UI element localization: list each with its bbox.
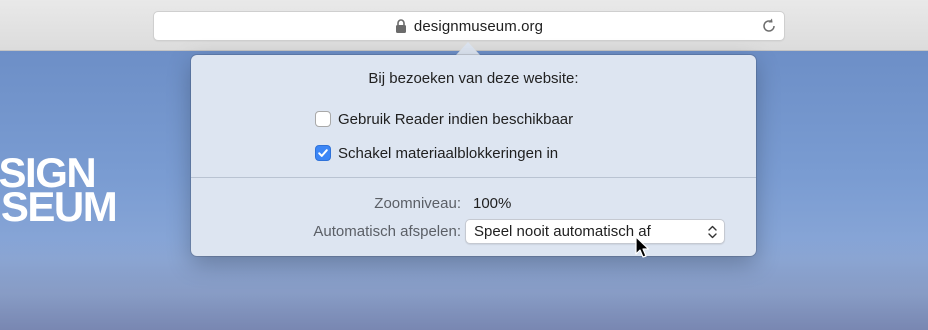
- popover-arrow: [456, 42, 480, 55]
- mouse-cursor-icon: [635, 236, 650, 258]
- reader-checkbox[interactable]: [315, 111, 331, 127]
- zoom-value: 100%: [473, 195, 512, 212]
- content-blocker-checkbox[interactable]: [315, 145, 331, 161]
- reader-label[interactable]: Gebruik Reader indien beschikbaar: [338, 111, 573, 128]
- popover-title: Bij bezoeken van deze website:: [368, 70, 579, 87]
- address-content: designmuseum.org: [154, 12, 784, 40]
- chevron-up-down-icon: [708, 225, 717, 239]
- content-blocker-label[interactable]: Schakel materiaalblokkeringen in: [338, 145, 558, 162]
- website-settings-popover: Bij bezoeken van deze website: Gebruik R…: [191, 55, 756, 256]
- autoplay-label: Automatisch afspelen:: [313, 223, 461, 240]
- checkmark-icon: [318, 149, 328, 157]
- content-blocker-option[interactable]: Schakel materiaalblokkeringen in: [315, 143, 558, 163]
- address-bar[interactable]: designmuseum.org: [153, 11, 785, 41]
- design-museum-logo[interactable]: e ESIGN USEUM: [0, 122, 118, 230]
- zoom-label: Zoomniveau:: [374, 195, 461, 212]
- divider: [191, 177, 756, 178]
- autoplay-selected-value[interactable]: Speel nooit automatisch af: [474, 223, 651, 240]
- reload-icon[interactable]: [760, 17, 778, 35]
- url-text: designmuseum.org: [413, 17, 544, 35]
- logo-line-3: USEUM: [0, 183, 118, 230]
- autoplay-select[interactable]: Speel nooit automatisch af: [465, 219, 725, 244]
- lock-icon: [395, 19, 406, 33]
- reader-option[interactable]: Gebruik Reader indien beschikbaar: [315, 109, 573, 129]
